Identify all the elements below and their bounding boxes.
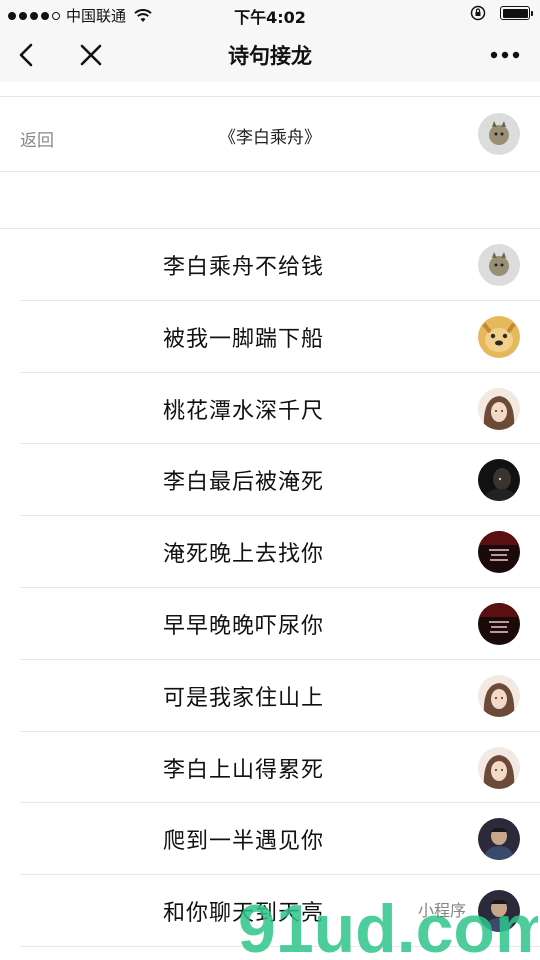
more-menu-icon[interactable] [488,42,522,68]
avatar[interactable] [478,531,520,574]
poem-line-text: 被我一脚踹下船 [163,326,325,352]
poem-line-list: 李白乘舟不给钱 被我一脚踹下船 桃花潭水深千尺 李白最后被淹死 淹死晚上去找你 [0,229,540,947]
poem-line-text: 和你聊天到天亮 [163,901,325,927]
rotation-lock-icon [470,5,486,21]
status-bar: 中国联通 下午4:02 [0,0,540,28]
divider [0,171,540,172]
poem-header: 返回 《李白乘舟》 [0,97,540,171]
poem-line-text: 爬到一半遇见你 [163,829,325,855]
avatar[interactable] [478,890,520,933]
avatar[interactable] [478,244,520,286]
avatar[interactable] [478,113,520,155]
list-item: 李白最后被淹死 [0,444,540,517]
page-title: 诗句接龙 [228,44,312,68]
poem-line-text: 李白乘舟不给钱 [163,255,325,280]
avatar[interactable] [478,602,520,645]
list-item: 早早晚晚吓尿你 [0,588,540,660]
avatar[interactable] [478,459,520,502]
list-item: 李白乘舟不给钱 [0,229,540,301]
avatar[interactable] [478,818,520,861]
poem-title: 《李白乘舟》 [219,128,321,148]
nav-bar: 诗句接龙 [0,28,540,82]
avatar[interactable] [478,387,520,430]
poem-line-text: 桃花潭水深千尺 [163,398,325,424]
poem-line-text: 可是我家住山上 [163,685,325,711]
avatar[interactable] [478,674,520,717]
list-item: 被我一脚踹下船 [0,301,540,373]
status-time: 下午4:02 [234,8,306,27]
list-item: 淹死晚上去找你 [0,516,540,588]
list-item: 李白上山得累死 [0,732,540,804]
poem-line-text: 淹死晚上去找你 [163,542,325,568]
list-item: 桃花潭水深千尺 [0,373,540,445]
battery-icon [500,6,533,20]
list-item: 和你聊天到天亮 [0,875,540,947]
avatar[interactable] [478,746,520,789]
status-right [470,5,533,21]
avatar[interactable] [478,315,520,358]
list-item: 爬到一半遇见你 [0,803,540,876]
poem-line-text: 李白上山得累死 [163,757,325,783]
poem-line-text: 早早晚晚吓尿你 [163,613,325,639]
poem-line-text: 李白最后被淹死 [163,470,325,496]
list-item: 可是我家住山上 [0,660,540,732]
